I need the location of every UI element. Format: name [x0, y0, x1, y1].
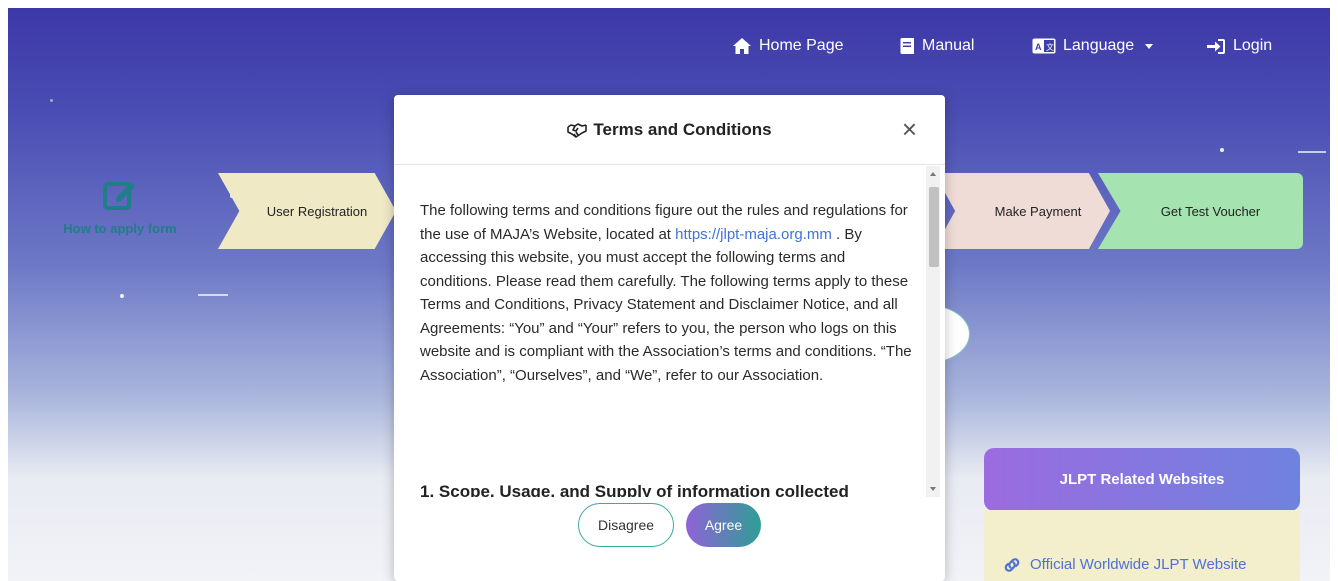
related-websites-header: JLPT Related Websites	[984, 448, 1300, 511]
nav-language-label: Language	[1063, 37, 1135, 54]
svg-text:文: 文	[1046, 42, 1054, 52]
modal-title: Terms and Conditions	[567, 119, 772, 140]
chevron-down-icon	[1145, 43, 1154, 49]
nav-manual[interactable]: Manual	[900, 33, 974, 59]
star-decoration	[1220, 148, 1224, 152]
step-user-registration[interactable]: User Registration	[218, 173, 396, 249]
nav-login-label: Login	[1233, 37, 1273, 54]
modal-header: Terms and Conditions ×	[394, 95, 945, 165]
step-make-payment-label: Make Payment	[994, 203, 1082, 219]
star-decoration	[120, 294, 124, 298]
nav-manual-label: Manual	[922, 37, 975, 54]
nav-language[interactable]: A文 Language	[1032, 33, 1154, 59]
related-websites-panel: Official Worldwide JLPT Website	[984, 510, 1300, 581]
svg-text:A: A	[1035, 42, 1042, 52]
handshake-icon	[567, 122, 588, 138]
nav-login[interactable]: Login	[1206, 33, 1272, 59]
terms-website-link[interactable]: https://jlpt-maja.org.mm	[675, 226, 832, 243]
scroll-up-icon[interactable]	[930, 172, 936, 176]
edit-icon	[103, 182, 135, 210]
terms-paragraph: The following terms and conditions figur…	[420, 199, 920, 387]
nav-home[interactable]: Home Page	[732, 33, 844, 59]
how-to-apply-link[interactable]: How to apply form	[55, 178, 185, 236]
scroll-thumb[interactable]	[929, 187, 939, 267]
terms-modal: Terms and Conditions × The following ter…	[394, 95, 945, 581]
book-icon	[900, 38, 914, 54]
dash-decoration	[198, 294, 228, 296]
translate-icon: A文	[1032, 38, 1056, 54]
star-decoration	[50, 99, 53, 102]
modal-scrollbar[interactable]	[926, 166, 940, 497]
login-icon	[1207, 38, 1225, 54]
section-heading: 1. Scope, Usage, and Supply of informati…	[420, 482, 849, 497]
home-icon	[733, 38, 751, 54]
scroll-down-icon[interactable]	[930, 487, 936, 491]
link-icon	[1004, 557, 1020, 572]
modal-body: The following terms and conditions figur…	[394, 166, 945, 497]
related-websites-title: JLPT Related Websites	[1059, 471, 1225, 488]
step-get-test-voucher[interactable]: Get Test Voucher	[1098, 173, 1303, 249]
official-jlpt-website-link[interactable]: Official Worldwide JLPT Website	[1002, 556, 1246, 573]
nav-home-label: Home Page	[759, 37, 844, 54]
step-get-test-voucher-label: Get Test Voucher	[1160, 203, 1261, 219]
step-make-payment[interactable]: Make Payment	[934, 173, 1110, 249]
official-jlpt-website-label: Official Worldwide JLPT Website	[1030, 556, 1247, 573]
top-nav: Home Page Manual A文 Language Login	[8, 33, 1330, 59]
terms-text-part2: . By accessing this website, you must ac…	[420, 225, 912, 384]
close-icon[interactable]: ×	[902, 116, 917, 142]
modal-title-text: Terms and Conditions	[593, 119, 772, 139]
page-background: Home Page Manual A文 Language Login How t…	[8, 8, 1330, 581]
dash-decoration	[1298, 151, 1326, 153]
disagree-button[interactable]: Disagree	[578, 503, 674, 547]
agree-button[interactable]: Agree	[686, 503, 761, 547]
step-user-registration-label: User Registration	[266, 203, 368, 219]
modal-footer: Disagree Agree	[394, 503, 945, 563]
how-to-apply-label: How to apply form	[63, 221, 177, 236]
